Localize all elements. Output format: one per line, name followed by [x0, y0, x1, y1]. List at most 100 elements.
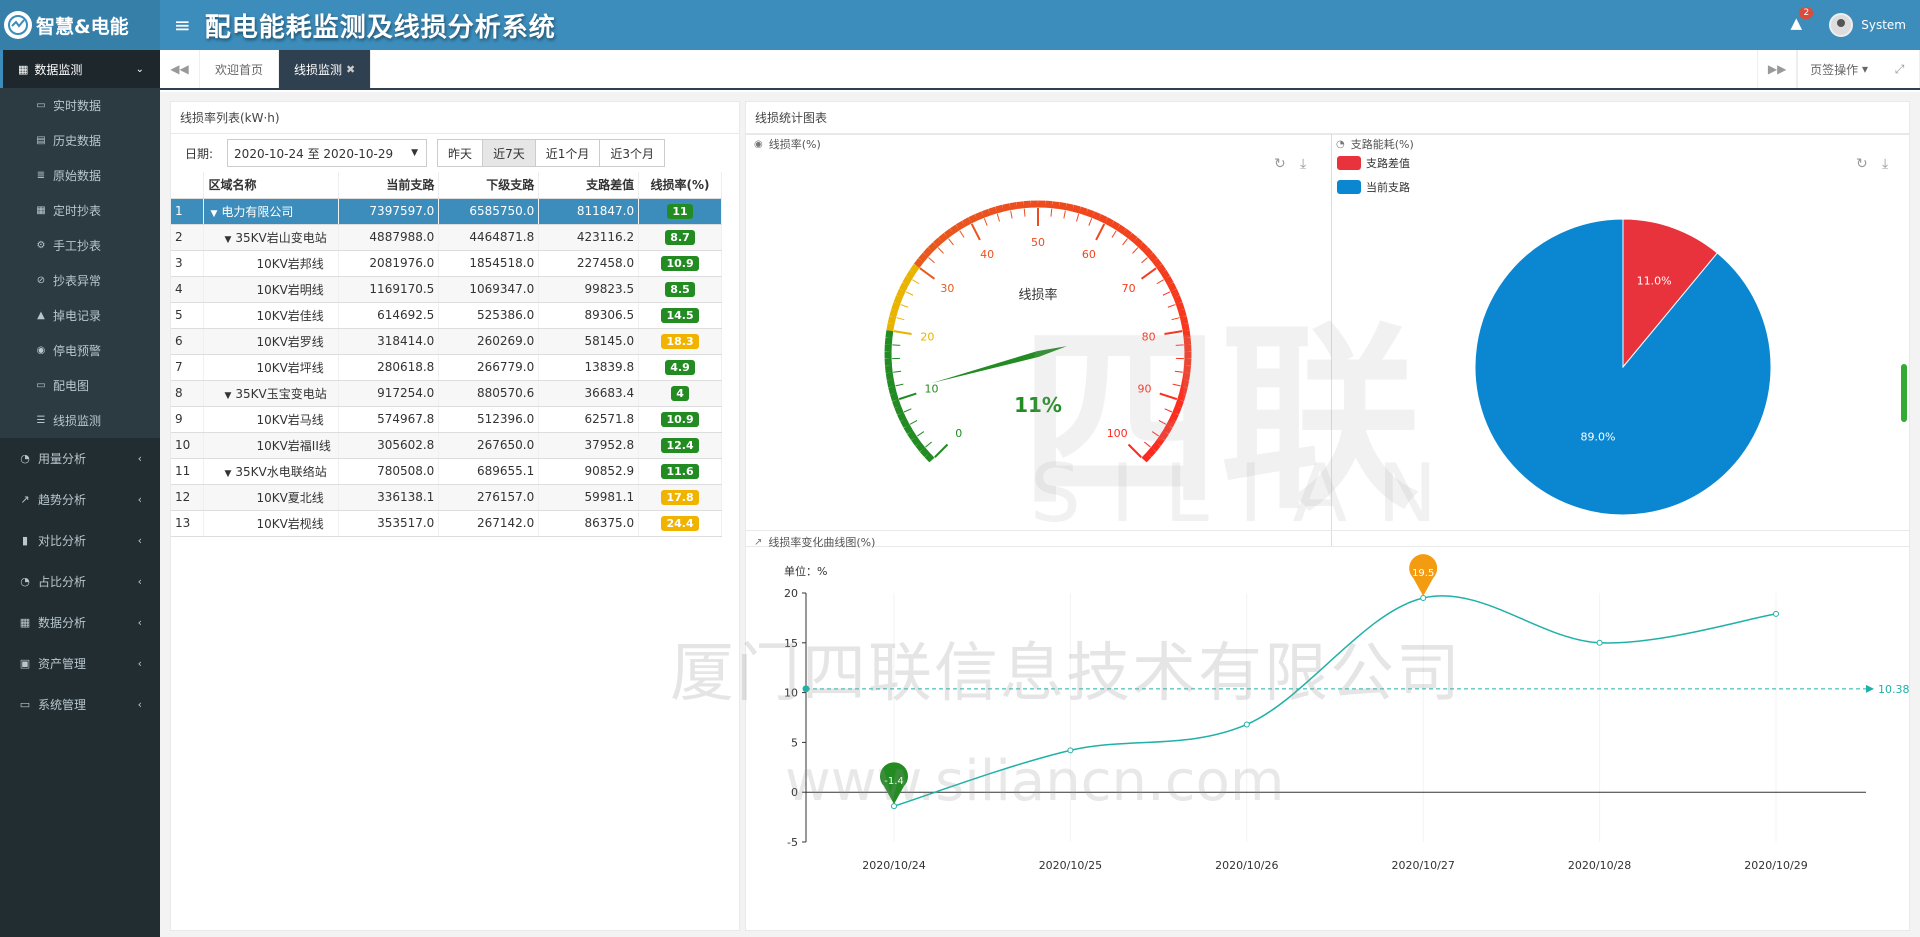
gears-icon: ⚙ [36, 240, 46, 251]
menu-item[interactable]: ◔ 占比分析 ‹ [0, 561, 160, 602]
menu-item[interactable]: ◔ 用量分析 ‹ [0, 438, 160, 479]
submenu-item[interactable]: ▭ 实时数据 [0, 88, 160, 123]
col-area[interactable]: 区域名称 [203, 172, 340, 199]
table-row[interactable]: 4 10KV岩明线 1169170.5 1069347.0 99823.5 8.5 [171, 276, 722, 303]
tab-scroll-left-icon[interactable]: ◀◀ [160, 50, 200, 88]
gauge-arc-segment [922, 247, 933, 258]
pie-title: ◔ 支路能耗(%) [1336, 136, 1414, 152]
caret-down-icon[interactable]: ▼ [224, 469, 231, 479]
menu-item[interactable]: ▭ 系统管理 ‹ [0, 684, 160, 725]
legend-swatch[interactable] [1337, 180, 1361, 194]
menu-item[interactable]: ▦ 数据分析 ‹ [0, 602, 160, 643]
data-point[interactable] [1773, 610, 1779, 617]
col-diff[interactable]: 支路差值 [538, 172, 640, 199]
tab-line-loss[interactable]: 线损监测 ✖ [279, 50, 372, 88]
menu-item[interactable]: ▮ 对比分析 ‹ [0, 520, 160, 561]
fullscreen-icon[interactable]: ⤢ [1880, 50, 1920, 88]
table-row[interactable]: 9 10KV岩马线 574967.8 512396.0 62571.8 10.9 [171, 406, 722, 433]
menu-label: 对比分析 [38, 534, 87, 548]
row-diff: 13839.8 [538, 354, 640, 381]
range-button[interactable]: 近1个月 [534, 139, 601, 167]
col-sub[interactable]: 下级支路 [438, 172, 540, 199]
table-row[interactable]: 13 10KV岩枧线 353517.0 267142.0 86375.0 24.4 [171, 510, 722, 537]
line-chart-icon: ↗ [20, 493, 30, 506]
max-marker[interactable]: 19.5 [1409, 554, 1438, 596]
close-icon[interactable]: ✖ [346, 63, 355, 76]
range-button[interactable]: 近3个月 [599, 139, 665, 167]
data-point[interactable] [1243, 721, 1250, 728]
rate-badge: 17.8 [661, 489, 699, 505]
submenu-item[interactable]: ▭ 配电图 [0, 368, 160, 403]
alert-icon[interactable]: ▲ 2 [1790, 7, 1814, 32]
data-point[interactable] [1596, 639, 1603, 646]
submenu-item[interactable]: ≣ 原始数据 [0, 158, 160, 193]
pie-icon: ◔ [1336, 138, 1345, 150]
row-current: 4887988.0 [338, 224, 440, 251]
submenu-item[interactable]: ▦ 定时抄表 [0, 193, 160, 228]
range-button[interactable]: 近7天 [482, 139, 536, 167]
table-row[interactable]: 3 10KV岩邦线 2081976.0 1854518.0 227458.0 10.9 [171, 250, 722, 277]
row-index: 5 [171, 302, 205, 329]
x-tick-label: 2020/10/24 [862, 859, 925, 872]
table-row[interactable]: 5 10KV岩佳线 614692.5 525386.0 89306.5 14.5 [171, 302, 722, 329]
tab-label: 欢迎首页 [215, 62, 264, 77]
legend-swatch[interactable] [1337, 156, 1361, 170]
caret-down-icon[interactable]: ▼ [224, 235, 231, 245]
user-menu[interactable]: System [1829, 13, 1906, 37]
submenu-item[interactable]: ⚙ 手工抄表 [0, 228, 160, 263]
menu-item[interactable]: ▣ 资产管理 ‹ [0, 643, 160, 684]
col-current[interactable]: 当前支路 [338, 172, 440, 199]
row-area: 10KV岩明线 [203, 276, 340, 303]
data-point[interactable] [1420, 594, 1427, 601]
gauge-tick-label: 50 [1031, 236, 1045, 249]
col-index [171, 172, 205, 199]
menu-item[interactable]: ↗ 趋势分析 ‹ [0, 479, 160, 520]
caret-down-icon[interactable]: ▼ [210, 209, 217, 219]
table-icon: ▦ [36, 205, 46, 216]
table-row[interactable]: 10 10KV岩福II线 305602.8 267650.0 37952.8 12.4 [171, 432, 722, 459]
table-row[interactable]: 12 10KV夏北线 336138.1 276157.0 59981.1 17.8 [171, 484, 722, 511]
tab-home[interactable]: 欢迎首页 [200, 50, 280, 88]
date-range-input[interactable]: 2020-10-24 至 2020-10-29 ▼ [227, 139, 428, 167]
table-row[interactable]: 1 ▼ 电力有限公司 7397597.0 6585750.0 811847.0 11 [171, 198, 722, 225]
x-tick-label: 2020/10/29 [1744, 859, 1807, 872]
chevron-left-icon: ‹ [137, 657, 142, 670]
pie-slice[interactable] [1474, 218, 1772, 516]
x-tick-label: 2020/10/26 [1215, 859, 1278, 872]
gauge-arc-segment [909, 263, 920, 274]
user-name: System [1861, 18, 1906, 32]
range-button[interactable]: 昨天 [437, 139, 484, 167]
scrollbar-thumb[interactable] [1901, 364, 1907, 422]
submenu-item[interactable]: ▲ 掉电记录 [0, 298, 160, 333]
table-row[interactable]: 2 ▼ 35KV岩山变电站 4887988.0 4464871.8 423116.2 8.7 [171, 224, 722, 251]
sitemap-icon: ▦ [18, 62, 29, 76]
submenu-item[interactable]: ⊘ 抄表异常 [0, 263, 160, 298]
gauge-arc-segment [905, 269, 916, 280]
table-row[interactable]: 7 10KV岩坪线 280618.8 266779.0 13839.8 4.9 [171, 354, 722, 381]
row-area: 10KV岩坪线 [203, 354, 340, 381]
rate-badge: 4 [671, 385, 689, 401]
watermark-logo-en: SILIAN [1030, 447, 1468, 540]
page-ops-dropdown[interactable]: 页签操作 ▾ [1797, 50, 1880, 88]
menu-data-monitoring[interactable]: ▦ 数据监测 ⌄ [0, 50, 160, 88]
brand-logo[interactable]: 智慧&电能 [0, 0, 160, 50]
col-rate[interactable]: 线损率(%) [638, 172, 722, 199]
tab-scroll-right-icon[interactable]: ▶▶ [1757, 50, 1798, 88]
table-row[interactable]: 8 ▼ 35KV玉宝变电站 917254.0 880570.6 36683.4 4 [171, 380, 722, 407]
menu-toggle-icon[interactable]: ≡ [174, 13, 191, 37]
caret-down-icon[interactable]: ▼ [224, 391, 231, 401]
row-current: 280618.8 [338, 354, 440, 381]
gauge-arc-segment [886, 379, 896, 388]
area-name: 35KV玉宝变电站 [235, 386, 327, 401]
legend-label[interactable]: 支路差值 [1366, 156, 1410, 170]
submenu-item[interactable]: ▤ 历史数据 [0, 123, 160, 158]
submenu-item[interactable]: ◉ 停电预警 [0, 333, 160, 368]
table-row[interactable]: 11 ▼ 35KV水电联络站 780508.0 689655.1 90852.9 11.6 [171, 458, 722, 485]
submenu-item[interactable]: ☰ 线损监测 [0, 403, 160, 438]
table-row[interactable]: 6 10KV岩罗线 318414.0 260269.0 58145.0 18.3 [171, 328, 722, 355]
gauge-arc-segment [1058, 202, 1067, 211]
alert-badge: 2 [1799, 7, 1814, 19]
gauge-title-text: 线损率(%) [768, 138, 821, 151]
gauge-tick [996, 213, 1000, 222]
legend-label[interactable]: 当前支路 [1366, 180, 1410, 194]
